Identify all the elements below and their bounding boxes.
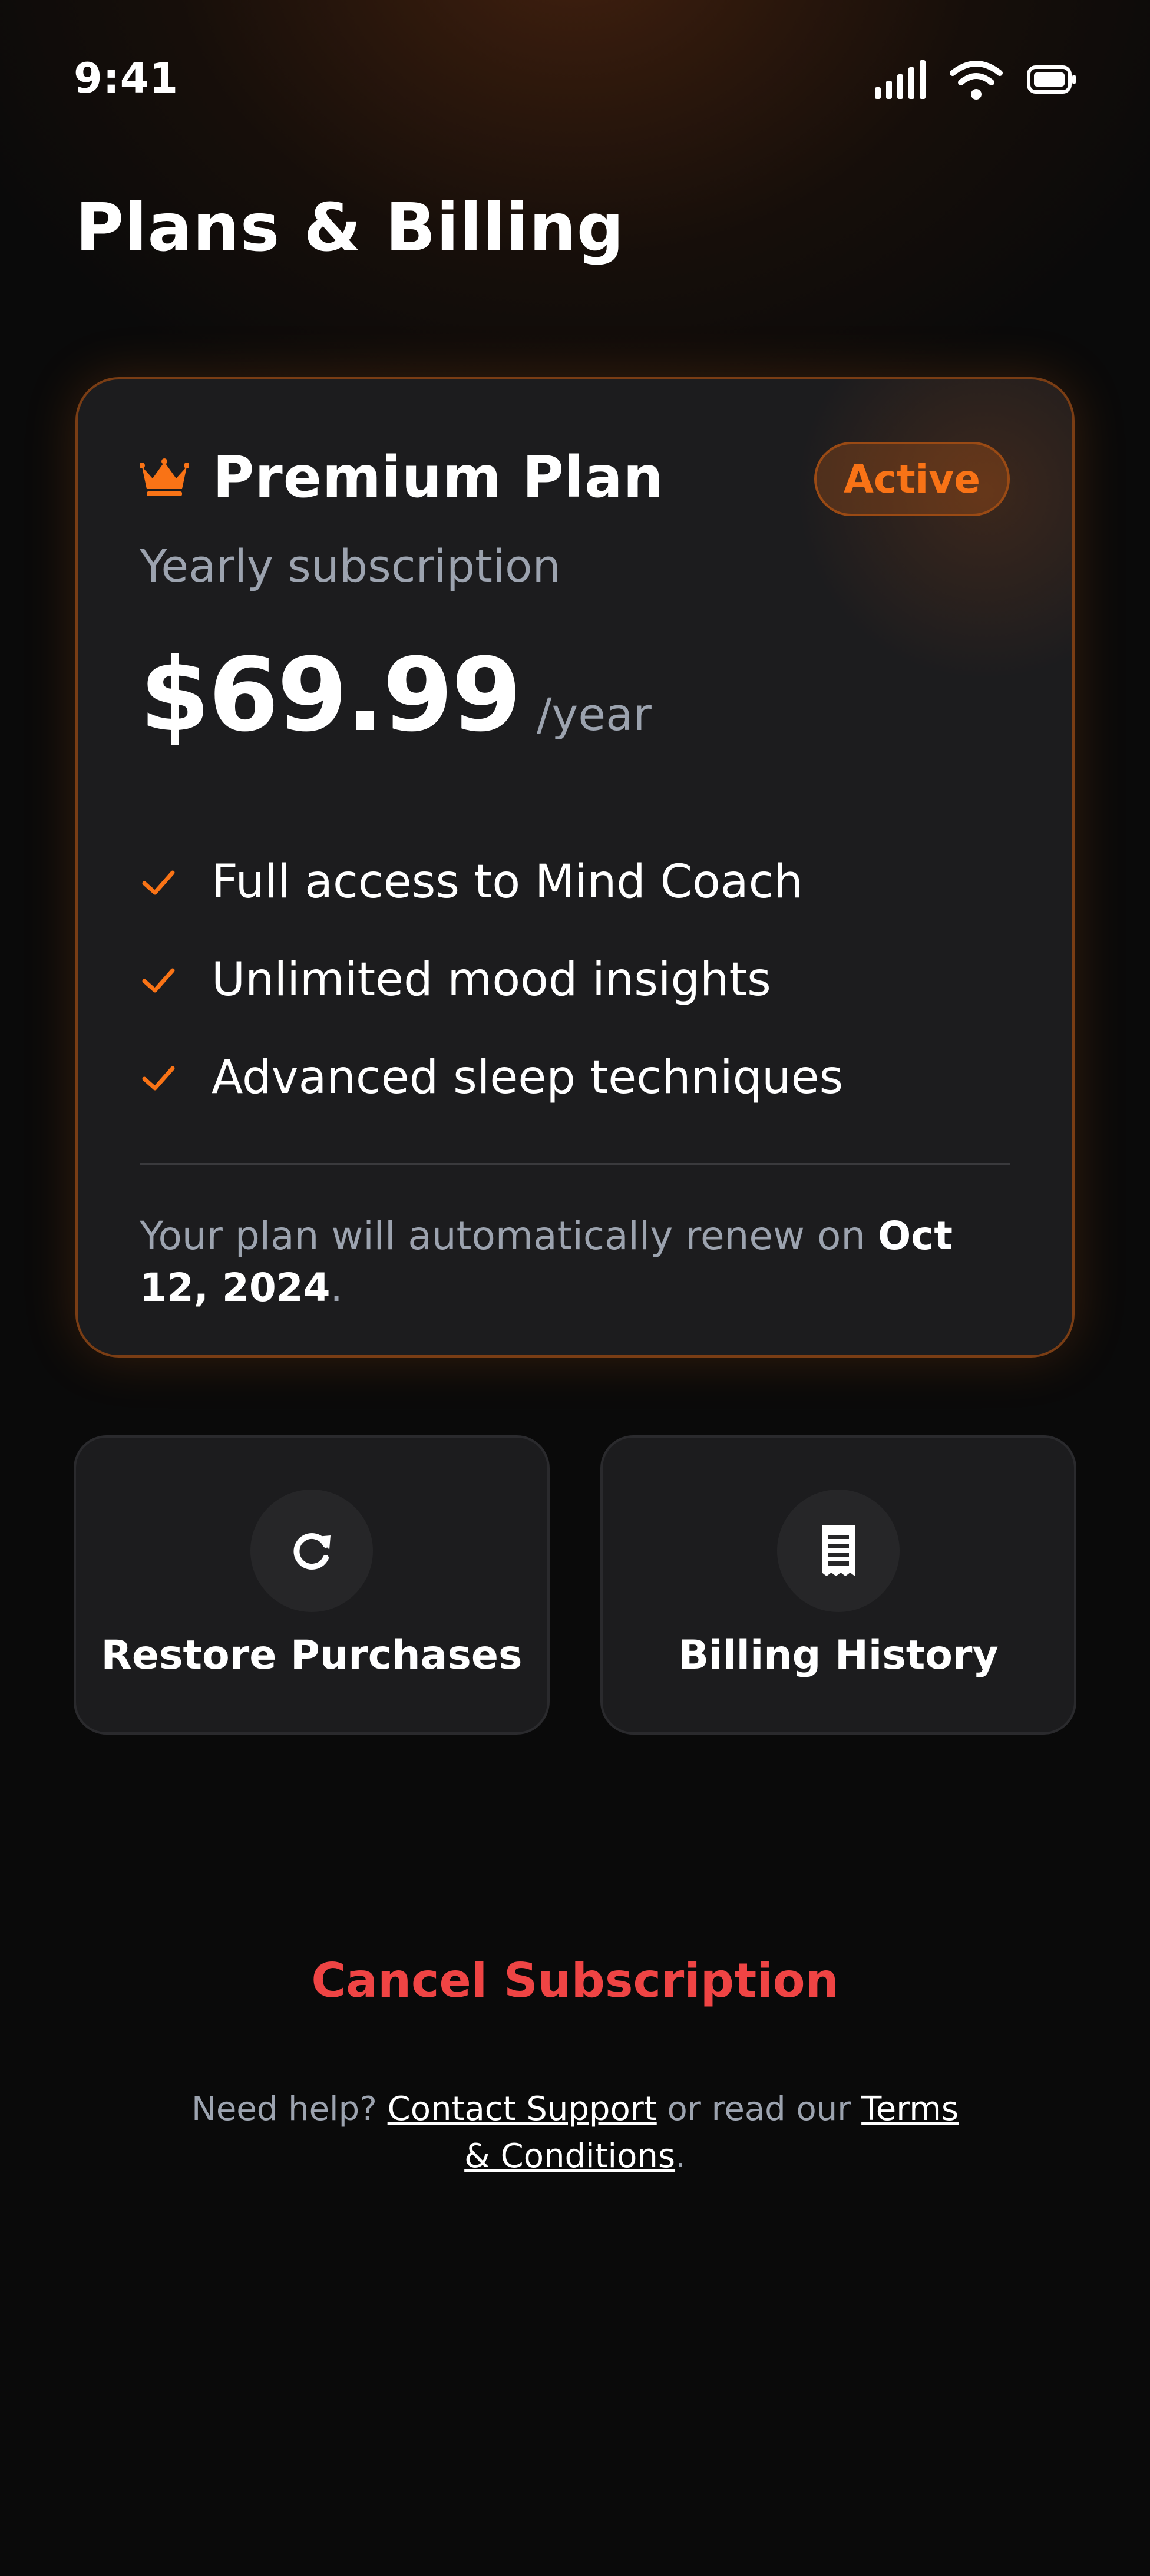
check-icon bbox=[142, 870, 175, 895]
feature-list: Full access to Mind Coach Unlimited mood… bbox=[140, 833, 843, 1127]
crown-icon bbox=[140, 458, 189, 496]
plans-billing-screen: 9:41 Plans & Billing Premium Plan Active… bbox=[0, 0, 1150, 2576]
billing-history-label: Billing History bbox=[678, 1632, 999, 1679]
help-middle: or read our bbox=[656, 2090, 862, 2128]
feature-item: Advanced sleep techniques bbox=[140, 1029, 843, 1127]
plan-price: $69.99 bbox=[140, 636, 522, 754]
feature-label: Unlimited mood insights bbox=[212, 953, 771, 1006]
billing-history-button[interactable]: Billing History bbox=[600, 1435, 1076, 1735]
signal-icon bbox=[875, 60, 926, 99]
help-suffix: . bbox=[675, 2137, 686, 2175]
plan-subtitle: Yearly subscription bbox=[140, 540, 561, 592]
help-text: Need help? Contact Support or read our T… bbox=[177, 2086, 973, 2180]
renewal-suffix: . bbox=[330, 1265, 343, 1310]
price-row: $69.99 /year bbox=[140, 636, 652, 754]
status-icons bbox=[875, 59, 1076, 100]
check-icon bbox=[142, 1066, 175, 1091]
restore-purchases-button[interactable]: Restore Purchases bbox=[74, 1435, 550, 1735]
plan-period: /year bbox=[536, 688, 652, 741]
renewal-note: Your plan will automatically renew on Oc… bbox=[140, 1210, 1010, 1314]
plan-name: Premium Plan bbox=[213, 444, 664, 510]
help-prefix: Need help? bbox=[191, 2090, 388, 2128]
check-icon bbox=[142, 968, 175, 993]
plan-header: Premium Plan bbox=[140, 444, 664, 510]
refresh-icon bbox=[250, 1490, 373, 1612]
contact-support-link[interactable]: Contact Support bbox=[388, 2090, 657, 2128]
restore-purchases-label: Restore Purchases bbox=[101, 1632, 523, 1679]
feature-label: Full access to Mind Coach bbox=[212, 856, 803, 909]
receipt-icon bbox=[777, 1490, 900, 1612]
feature-label: Advanced sleep techniques bbox=[212, 1051, 844, 1104]
battery-icon bbox=[1027, 65, 1076, 94]
status-badge: Active bbox=[814, 442, 1010, 516]
plan-card: Premium Plan Active Yearly subscription … bbox=[75, 377, 1075, 1358]
wifi-icon bbox=[950, 61, 1003, 100]
cancel-subscription-button[interactable]: Cancel Subscription bbox=[0, 1953, 1150, 2008]
renewal-text: Your plan will automatically renew on bbox=[140, 1213, 878, 1259]
feature-item: Unlimited mood insights bbox=[140, 931, 843, 1029]
status-time: 9:41 bbox=[74, 54, 179, 103]
feature-item: Full access to Mind Coach bbox=[140, 833, 843, 931]
page-title: Plans & Billing bbox=[75, 190, 624, 266]
card-divider bbox=[140, 1163, 1010, 1165]
